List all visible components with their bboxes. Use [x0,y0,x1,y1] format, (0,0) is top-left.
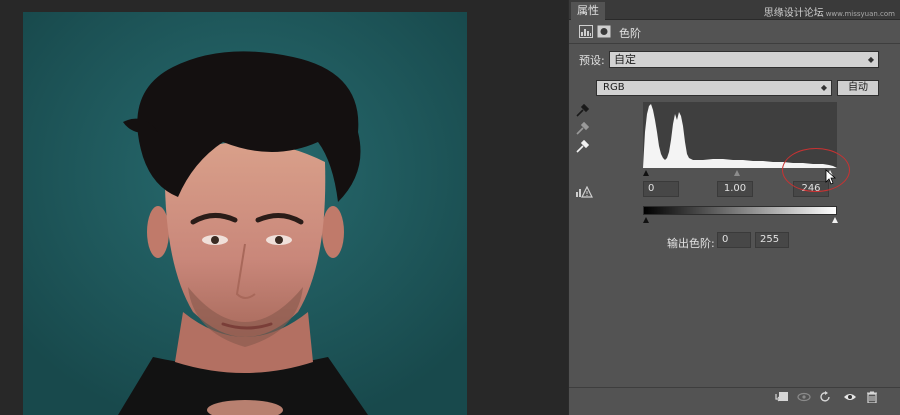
panel-footer [569,387,900,405]
gray-point-eyedropper-icon[interactable] [575,122,589,136]
document-canvas[interactable] [23,12,467,415]
watermark-text: 思缘设计论坛 [763,8,824,19]
white-output-handle [832,217,838,223]
channel-dropdown[interactable]: RGB ◆ [596,80,832,96]
reset-icon[interactable] [819,391,833,403]
dropdown-arrows-icon: ◆ [867,55,874,64]
preset-dropdown[interactable]: 自定 ◆ [609,51,879,68]
visibility-eye-icon[interactable] [843,391,857,403]
view-previous-icon[interactable] [797,391,811,403]
input-black-field[interactable]: 0 [643,181,679,197]
portrait-photo [23,12,467,415]
preset-label: 预设: [579,54,605,67]
output-levels-slider[interactable] [641,215,839,223]
output-white-field[interactable]: 255 [755,232,789,248]
output-gradient-bar [643,206,837,215]
input-gamma-field[interactable]: 1.00 [717,181,753,197]
layer-mask-icon[interactable] [597,25,611,38]
channel-value: RGB [603,82,625,93]
mouse-cursor-icon [825,169,837,185]
panel-header: 色阶 [569,21,900,44]
black-output-handle [643,217,649,223]
output-black-field[interactable]: 0 [717,232,751,248]
panel-title: 色阶 [619,27,641,40]
trash-icon[interactable] [865,391,879,403]
annotation-circle [782,148,850,192]
document-workspace [0,0,568,415]
levels-adjustment-icon[interactable] [579,25,593,38]
gamma-input-handle [734,170,740,176]
properties-panel: 属性 思缘设计论坛 www.missyuan.com 色阶 预设: 自定 ◆ RG… [568,0,900,415]
watermark-url: www.missyuan.com [825,10,895,18]
watermark: 思缘设计论坛 www.missyuan.com [764,4,895,19]
white-point-eyedropper-icon[interactable] [575,140,589,154]
dropdown-arrows-icon: ◆ [820,83,827,92]
clipping-warning-icon[interactable] [575,186,593,198]
black-input-handle [643,170,649,176]
black-point-eyedropper-icon[interactable] [575,104,589,118]
tab-properties[interactable]: 属性 [571,2,605,20]
output-levels-label: 输出色阶: [667,237,715,250]
panel-tab-bar: 属性 思缘设计论坛 www.missyuan.com [569,0,900,20]
preset-value: 自定 [614,53,636,66]
clip-to-layer-icon[interactable] [775,391,789,403]
auto-button[interactable]: 自动 [837,80,879,96]
